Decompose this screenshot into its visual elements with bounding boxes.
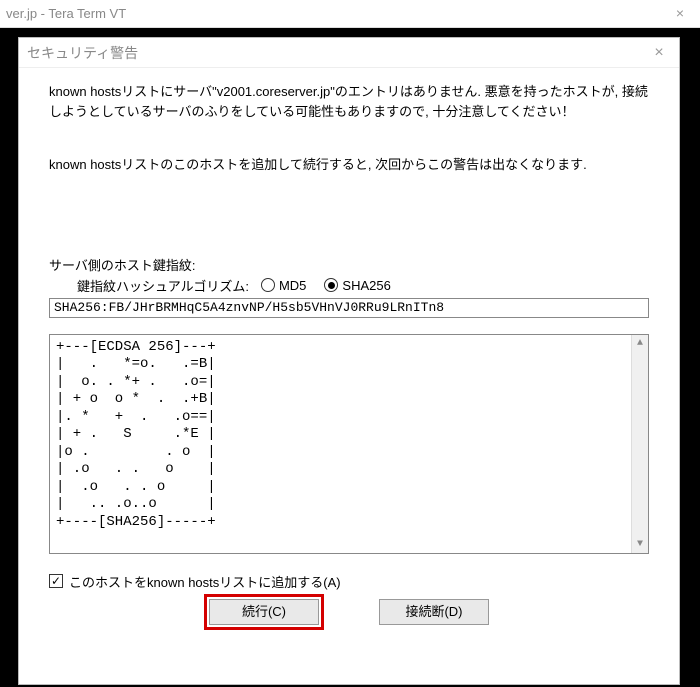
hash-algorithm-row: 鍵指紋ハッシュアルゴリズム: MD5 SHA256 bbox=[77, 276, 649, 295]
radio-sha256[interactable]: SHA256 bbox=[324, 278, 390, 293]
add-host-checkbox-row[interactable]: ✓ このホストをknown hostsリストに追加する(A) bbox=[49, 572, 649, 591]
dialog-body: known hostsリストにサーバ"v2001.coreserver.jp"の… bbox=[19, 68, 679, 684]
continue-button[interactable]: 続行(C) bbox=[209, 599, 319, 625]
close-icon[interactable]: × bbox=[647, 38, 671, 68]
fingerprint-section-label: サーバ側のホスト鍵指紋: bbox=[49, 255, 649, 274]
radio-sha256-label: SHA256 bbox=[342, 278, 390, 293]
dialog-titlebar: セキュリティ警告 × bbox=[19, 38, 679, 68]
parent-close-button[interactable]: × bbox=[660, 0, 700, 28]
randomart-box[interactable]: +---[ECDSA 256]---+ | . *=o. .=B| | o. .… bbox=[49, 334, 649, 554]
scrollbar[interactable]: ▲▼ bbox=[631, 335, 648, 553]
warning-message-2: known hostsリストのこのホストを追加して続行すると, 次回からこの警告… bbox=[49, 155, 649, 175]
disconnect-button[interactable]: 接続断(D) bbox=[379, 599, 489, 625]
fingerprint-section: サーバ側のホスト鍵指紋: 鍵指紋ハッシュアルゴリズム: MD5 SHA256 bbox=[49, 255, 649, 318]
scroll-up-icon[interactable]: ▲ bbox=[632, 335, 648, 352]
fingerprint-input[interactable] bbox=[49, 298, 649, 318]
radio-icon bbox=[324, 278, 338, 292]
parent-title: ver.jp - Tera Term VT bbox=[6, 6, 126, 21]
security-warning-dialog: セキュリティ警告 × known hostsリストにサーバ"v2001.core… bbox=[18, 37, 680, 685]
radio-icon bbox=[261, 278, 275, 292]
radio-md5[interactable]: MD5 bbox=[261, 278, 306, 293]
randomart-text: +---[ECDSA 256]---+ | . *=o. .=B| | o. .… bbox=[56, 339, 216, 530]
checkbox-icon: ✓ bbox=[49, 574, 63, 588]
parent-window-titlebar: ver.jp - Tera Term VT × bbox=[0, 0, 700, 28]
warning-message-1: known hostsリストにサーバ"v2001.coreserver.jp"の… bbox=[49, 82, 649, 121]
scroll-down-icon[interactable]: ▼ bbox=[632, 536, 648, 553]
add-host-checkbox-label: このホストをknown hostsリストに追加する(A) bbox=[69, 572, 341, 591]
dialog-title: セキュリティ警告 bbox=[27, 38, 138, 68]
terminal-background bbox=[0, 28, 700, 37]
dialog-button-row: 続行(C) 接続断(D) bbox=[49, 599, 649, 625]
radio-md5-label: MD5 bbox=[279, 278, 306, 293]
hash-algorithm-label: 鍵指紋ハッシュアルゴリズム: bbox=[77, 276, 249, 295]
